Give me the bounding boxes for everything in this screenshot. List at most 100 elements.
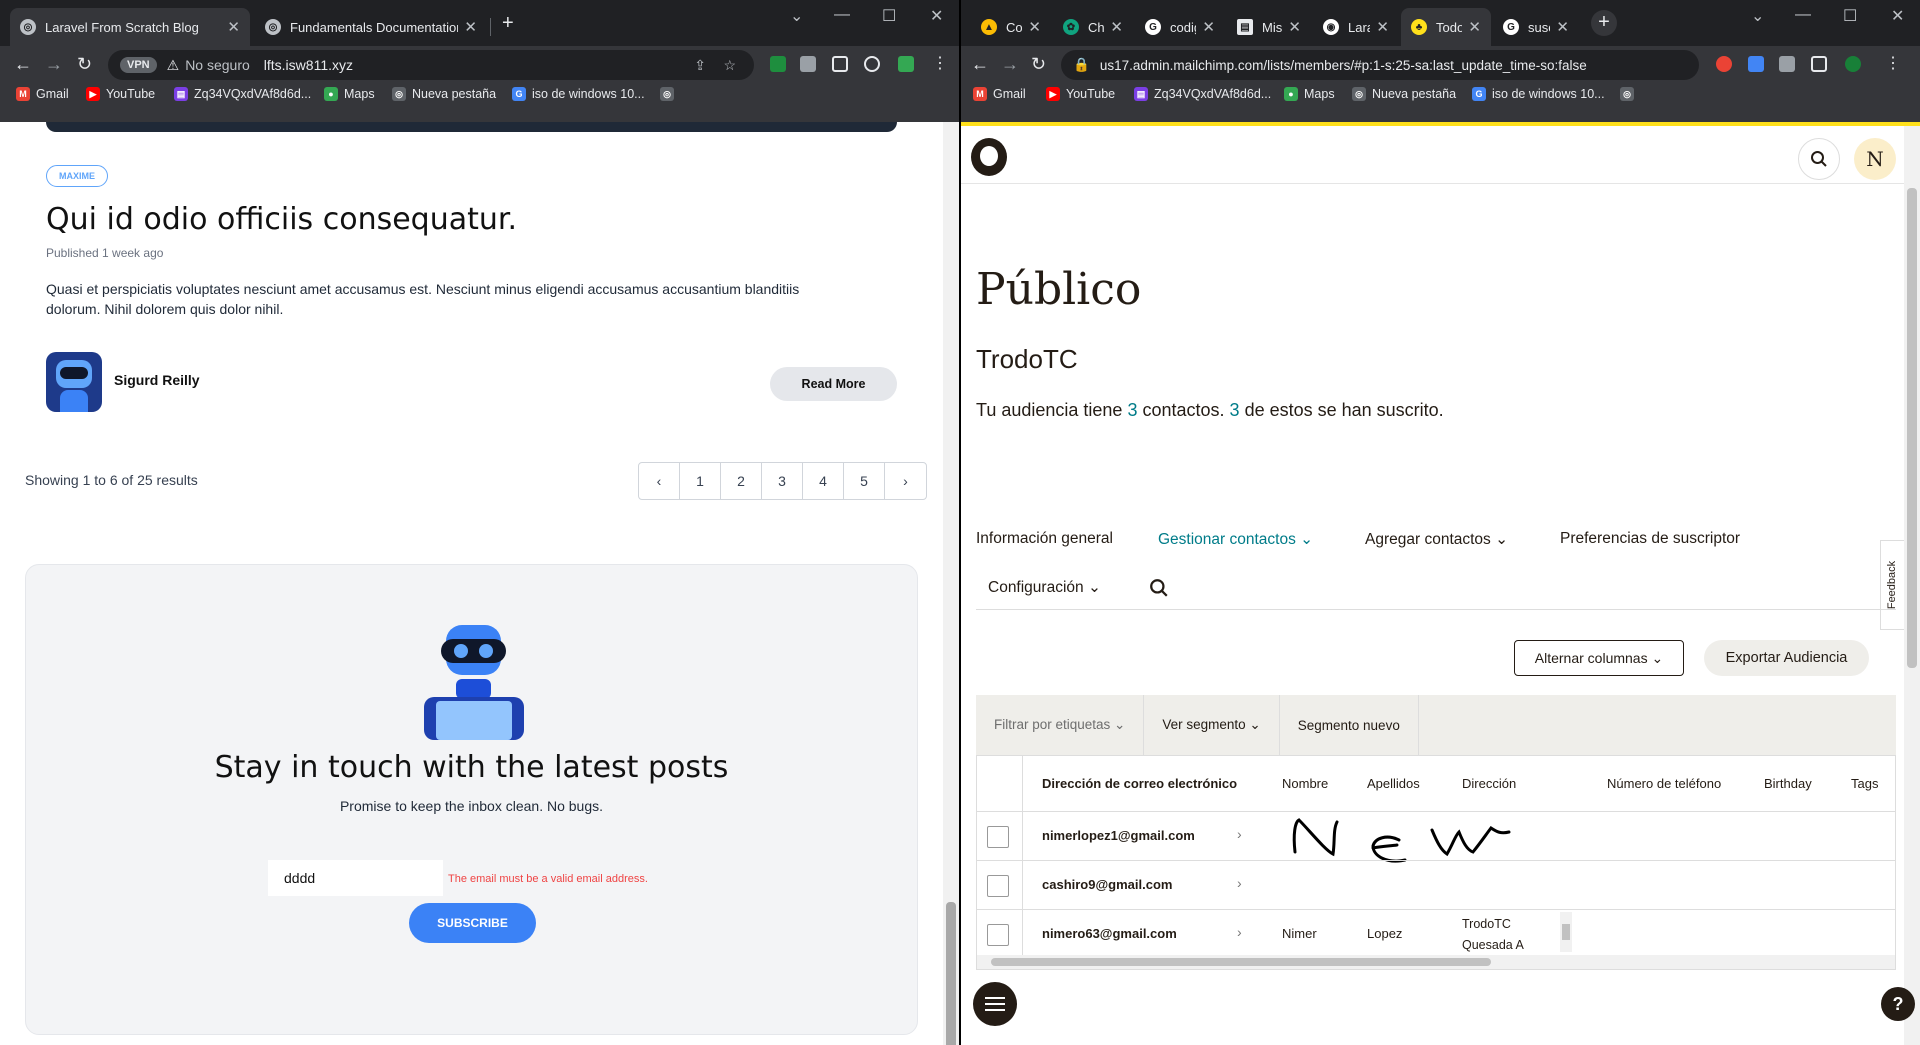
forward-icon[interactable]: → [1001,52,1019,76]
row-checkbox[interactable] [987,826,1009,848]
scrollbar-thumb[interactable] [1907,188,1917,668]
pagination-page-2[interactable]: 2 [721,463,762,499]
profile-avatar[interactable] [1845,56,1861,72]
feedback-tab[interactable]: Feedback [1880,540,1904,630]
chevron-right-icon[interactable]: › [1237,924,1242,940]
bookmark-gmail[interactable]: M Gmail [16,87,69,101]
search-icon[interactable] [1149,578,1169,598]
table-row[interactable]: nimero63@gmail.com › Nimer Lopez TrodoTC… [977,909,1895,958]
minimize-button[interactable]: — [834,6,850,24]
window-close-button[interactable]: ✕ [1891,6,1904,26]
close-icon[interactable]: ✕ [1028,18,1041,36]
new-tab-button[interactable]: + [502,12,514,34]
maximize-button[interactable]: ☐ [882,6,896,26]
bookmark-gmail[interactable]: M Gmail [973,87,1026,101]
chevron-right-icon[interactable]: › [1237,875,1242,891]
sidepanel-icon[interactable] [832,56,848,72]
bookmark-youtube[interactable]: ▶ YouTube [1046,87,1115,101]
tab-laravel-blog[interactable]: ◎ Laravel From Scratch Blog ✕ [10,8,250,46]
menu-button[interactable] [973,982,1017,1026]
nav-configuracion[interactable]: Configuración ⌄ [988,578,1101,597]
pagination-page-5[interactable]: 5 [844,463,885,499]
menu-icon[interactable]: ⋮ [932,52,948,76]
scrollbar-thumb[interactable] [991,958,1491,966]
read-more-button[interactable]: Read More [770,367,897,401]
export-audience-button[interactable]: Exportar Audiencia [1704,640,1869,676]
tab-laravel[interactable]: ◉Larav✕ [1313,8,1399,46]
nav-gestionar-contactos[interactable]: Gestionar contactos ⌄ [1158,530,1313,549]
tab-search-icon[interactable]: ⌄ [790,6,803,26]
tab-todos-mailchimp[interactable]: ♣Todos✕ [1401,8,1491,46]
puzzle-icon[interactable] [1779,56,1795,72]
post-title[interactable]: Qui id odio officiis consequatur. [46,202,517,237]
bookmark-iso-windows[interactable]: Giso de windows 10... [1472,87,1605,101]
bookmark-maps[interactable]: ● Maps [1284,87,1335,101]
column-header-email[interactable]: Dirección de correo electrónico [1042,776,1237,791]
vertical-scrollbar[interactable] [1904,126,1920,1045]
pagination-prev[interactable]: ‹ [639,463,680,499]
new-tab-button[interactable]: + [1591,10,1617,36]
shield-icon[interactable] [898,56,914,72]
cell-scrollbar[interactable] [1560,912,1572,952]
pagination-page-3[interactable]: 3 [762,463,803,499]
nav-preferencias-suscriptor[interactable]: Preferencias de suscriptor [1560,530,1740,548]
bookmark-nueva-pestana[interactable]: ◎ Nueva pestaña [1352,87,1456,101]
column-header-tags[interactable]: Tags [1851,776,1878,791]
close-icon[interactable]: ✕ [1288,18,1301,36]
row-checkbox[interactable] [987,924,1009,946]
category-pill[interactable]: MAXIME [46,165,108,187]
filter-tags-dropdown[interactable]: Filtrar por etiquetas ⌄ [976,695,1145,755]
subscribe-button[interactable]: SUBSCRIBE [409,903,536,943]
back-icon[interactable]: ← [971,52,989,76]
nav-agregar-contactos[interactable]: Agregar contactos ⌄ [1365,530,1508,549]
tab-mis-cursos[interactable]: ▤Mis cu✕ [1227,8,1311,46]
column-header-last-name[interactable]: Apellidos [1367,776,1420,791]
toggle-columns-button[interactable]: Alternar columnas ⌄ [1514,640,1684,676]
menu-icon[interactable]: ⋮ [1885,52,1901,76]
nav-informacion-general[interactable]: Información general [976,530,1113,548]
tab-search-icon[interactable]: ⌄ [1751,6,1764,26]
pagination-next[interactable]: › [885,463,926,499]
contact-email[interactable]: cashiro9@gmail.com [1042,877,1172,892]
vertical-scrollbar[interactable] [943,122,959,1045]
puzzle-icon[interactable] [800,56,816,72]
close-icon[interactable]: ✕ [1376,18,1389,36]
bookmark-maps[interactable]: ● Maps [324,87,375,101]
user-avatar[interactable]: N [1854,138,1896,180]
close-icon[interactable]: ✕ [1110,18,1123,36]
close-icon[interactable]: ✕ [1556,18,1569,36]
bookmark-zq[interactable]: ▤ Zq34VQxdVAf8d6d... [174,87,311,101]
tab-suscribir[interactable]: Gsuscri✕ [1493,8,1579,46]
help-button[interactable]: ? [1881,987,1915,1021]
bookmark-globe[interactable]: ◎ [660,87,680,101]
address-bar[interactable]: 🔒 us17.admin.mailchimp.com/lists/members… [1061,50,1699,80]
contact-email[interactable]: nimero63@gmail.com [1042,926,1177,941]
address-bar[interactable]: VPN ⚠ No seguro lfts.isw811.xyz ⇪ ☆ [108,50,754,80]
column-header-phone[interactable]: Número de teléfono [1607,776,1721,791]
bookmark-globe[interactable]: ◎ [1620,87,1640,101]
close-icon[interactable]: ✕ [1468,18,1481,36]
close-icon[interactable]: ✕ [1202,18,1215,36]
maximize-button[interactable]: ☐ [1843,6,1857,26]
column-header-address[interactable]: Dirección [1462,776,1516,791]
star-icon[interactable]: ☆ [723,57,736,74]
view-segment-dropdown[interactable]: Ver segmento ⌄ [1144,695,1280,755]
extension-icon[interactable] [1716,56,1732,72]
profile-icon[interactable] [864,56,880,72]
vpn-badge[interactable]: VPN [120,57,157,73]
share-icon[interactable]: ⇪ [694,57,706,74]
new-segment-button[interactable]: Segmento nuevo [1280,695,1419,755]
column-header-birthday[interactable]: Birthday [1764,776,1812,791]
scrollbar-thumb[interactable] [946,902,956,1045]
close-icon[interactable]: ✕ [227,18,240,36]
reload-icon[interactable]: ↻ [77,52,92,76]
tab-codigo[interactable]: Gcodig✕ [1135,8,1225,46]
extension-icon[interactable] [770,56,786,72]
minimize-button[interactable]: — [1795,6,1811,24]
newsletter-email-input[interactable] [268,860,443,896]
table-row[interactable]: nimerlopez1@gmail.com › [977,811,1895,863]
translate-icon[interactable] [1748,56,1764,72]
reload-icon[interactable]: ↻ [1031,52,1046,76]
row-checkbox[interactable] [987,875,1009,897]
bookmark-youtube[interactable]: ▶ YouTube [86,87,155,101]
